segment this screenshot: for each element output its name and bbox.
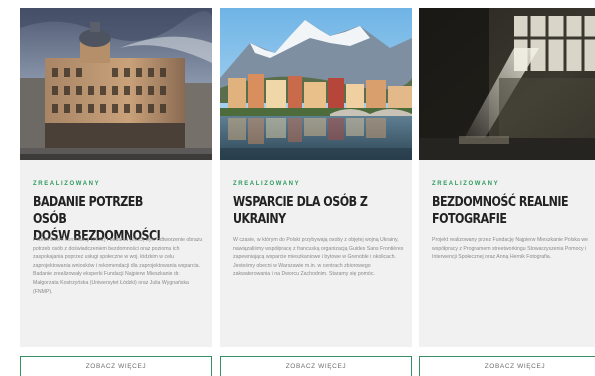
see-more-button[interactable]: ZOBACZ WIĘCEJ	[220, 356, 412, 376]
project-description: W czasie, w którym do Polski przybywają …	[233, 237, 404, 278]
project-photo[interactable]	[220, 8, 412, 160]
see-more-button[interactable]: ZOBACZ WIĘCEJ	[20, 356, 212, 376]
project-card-body: ZREALIZOWANY BADANIE POTRZEB OSÓB DOŚW B…	[20, 160, 212, 347]
project-photo[interactable]	[20, 8, 212, 160]
project-title[interactable]: WSPARCIE DLA OSÓB Z UKRAINY	[233, 194, 372, 228]
project-card: ZREALIZOWANY WSPARCIE DLA OSÓB Z UKRAINY…	[220, 0, 412, 376]
project-description: Projekt realizowany przez Fundację Najpi…	[432, 237, 588, 261]
status-badge: ZREALIZOWANY	[233, 181, 301, 187]
project-card: ZREALIZOWANY BEZDOMNOŚĆ REALNIE FOTOGRAF…	[419, 0, 595, 376]
projects-card-grid: ZREALIZOWANY BADANIE POTRZEB OSÓB DOŚW B…	[0, 0, 595, 376]
project-card: ZREALIZOWANY BADANIE POTRZEB OSÓB DOŚW B…	[20, 0, 212, 376]
project-photo[interactable]	[419, 8, 595, 160]
status-badge: ZREALIZOWANY	[432, 181, 500, 187]
abandoned-interior-photo	[419, 8, 595, 160]
mountain-town-photo	[220, 8, 412, 160]
see-more-button[interactable]: ZOBACZ WIĘCEJ	[419, 356, 595, 376]
project-description: Przedmiotem konsultacji (2022) i badania…	[33, 237, 203, 295]
project-title[interactable]: BEZDOMNOŚĆ REALNIE FOTOGRAFIE	[432, 194, 571, 228]
project-card-body: ZREALIZOWANY WSPARCIE DLA OSÓB Z UKRAINY…	[220, 160, 412, 347]
historic-building-photo	[20, 8, 212, 160]
status-badge: ZREALIZOWANY	[33, 181, 101, 187]
project-card-body: ZREALIZOWANY BEZDOMNOŚĆ REALNIE FOTOGRAF…	[419, 160, 595, 347]
